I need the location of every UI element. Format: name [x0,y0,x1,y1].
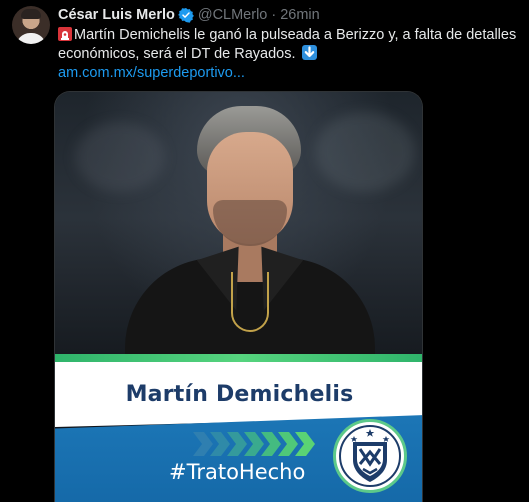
tweet-header: César Luis Merlo @CLMerlo · 26min [58,5,320,25]
coach-photo [55,92,422,378]
tweet-text-line-1: Martín Demichelis le ganó la pulseada a … [74,27,517,43]
author-name[interactable]: César Luis Merlo [58,7,175,23]
avatar-hair [21,9,41,19]
tweet-text: Martín Demichelis le ganó la pulseada a … [58,26,520,64]
post-time[interactable]: 26min [280,7,320,23]
avatar-shirt [16,33,46,44]
author-handle[interactable]: @CLMerlo [198,7,268,23]
verified-badge-icon [177,7,194,23]
chevron-arrows-icon [193,432,315,458]
article-link[interactable]: am.com.mx/superdeportivo... [58,65,245,81]
siren-emoji-icon [58,27,72,41]
down-arrow-emoji-icon [301,45,317,60]
tweet-text-line-2: económicos, será el DT de Rayados. [58,46,296,62]
graphic-coach-name: Martín Demichelis [125,382,354,407]
coach-necklace [231,272,269,332]
separator-dot: · [271,7,277,23]
rayados-crest-icon [333,419,407,493]
tweet-media-image[interactable]: Martín Demichelis #TratoHecho [54,91,423,502]
author-avatar[interactable] [12,6,50,44]
graphic-hashtag: #TratoHecho [169,460,306,484]
tweet[interactable]: César Luis Merlo @CLMerlo · 26min Martín… [0,0,529,502]
